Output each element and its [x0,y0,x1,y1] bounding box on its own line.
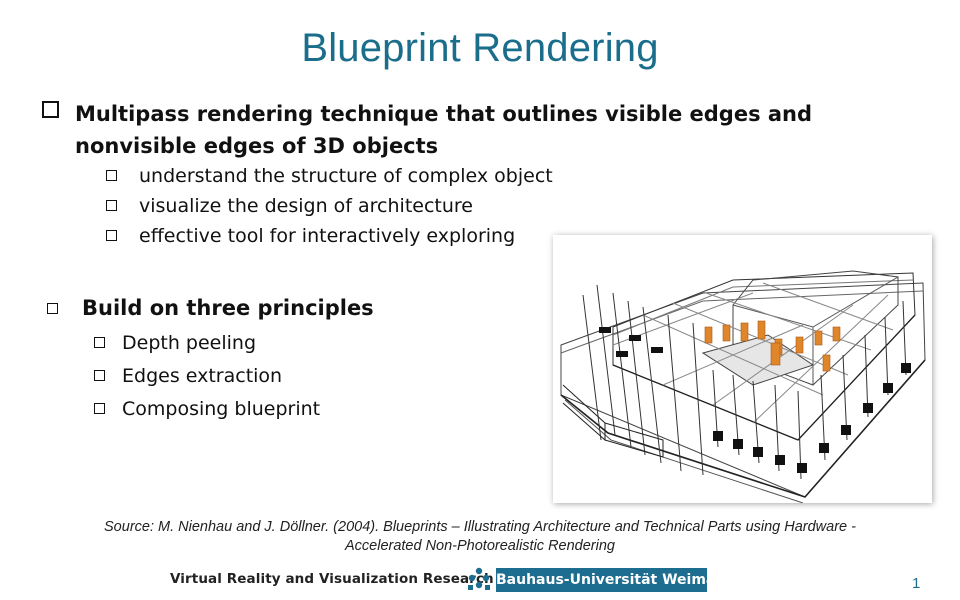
bullet-main-2: Build on three principles [47,294,374,322]
page-number: 1 [912,575,921,592]
slide-title: Blueprint Rendering [301,26,659,70]
checkbox-bullet-icon [42,101,59,118]
checkbox-bullet-icon [94,370,105,381]
source-line-2: Accelerated Non-Photorealistic Rendering [344,538,615,554]
blueprint-figure [553,235,932,503]
checkbox-bullet-icon [94,403,105,414]
checkbox-bullet-icon [47,303,58,314]
bullet-main-2-text: Build on three principles [82,296,374,320]
sub-bullet-text: visualize the design of architecture [139,195,473,217]
blueprint-wireframe-icon [560,270,926,503]
sub-bullet: Edges extraction [94,364,282,388]
sub-bullet-text: understand the structure of complex obje… [139,165,553,187]
sub-bullet-text: effective tool for interactively explori… [139,225,516,247]
sub-bullet-text: Depth peeling [122,332,257,354]
source-line-1: Source: M. Nienhau and J. Döllner. (2004… [104,519,856,535]
bullet-main-1: Multipass rendering technique that outli… [42,98,895,162]
sub-bullet: effective tool for interactively explori… [106,224,515,248]
checkbox-bullet-icon [94,337,105,348]
sub-bullet: Composing blueprint [94,397,320,421]
sub-bullet: visualize the design of architecture [106,194,473,218]
sub-bullet: understand the structure of complex obje… [106,164,553,188]
slide: Blueprint Rendering Multipass rendering … [0,0,960,600]
university-badge: Bauhaus-Universität Weimar [496,568,722,592]
bauhaus-logo-icon [468,567,490,590]
footer-research-group: Virtual Reality and Visualization Resear… [170,571,494,587]
sub-bullet-text: Edges extraction [122,365,283,387]
source-citation: Source: M. Nienhau and J. Döllner. (2004… [40,518,920,556]
bullet-main-1-text: Multipass rendering technique that outli… [75,102,813,158]
sub-bullet-text: Composing blueprint [122,398,321,420]
checkbox-bullet-icon [106,230,117,241]
sub-bullet: Depth peeling [94,331,256,355]
checkbox-bullet-icon [106,170,117,181]
checkbox-bullet-icon [106,200,117,211]
